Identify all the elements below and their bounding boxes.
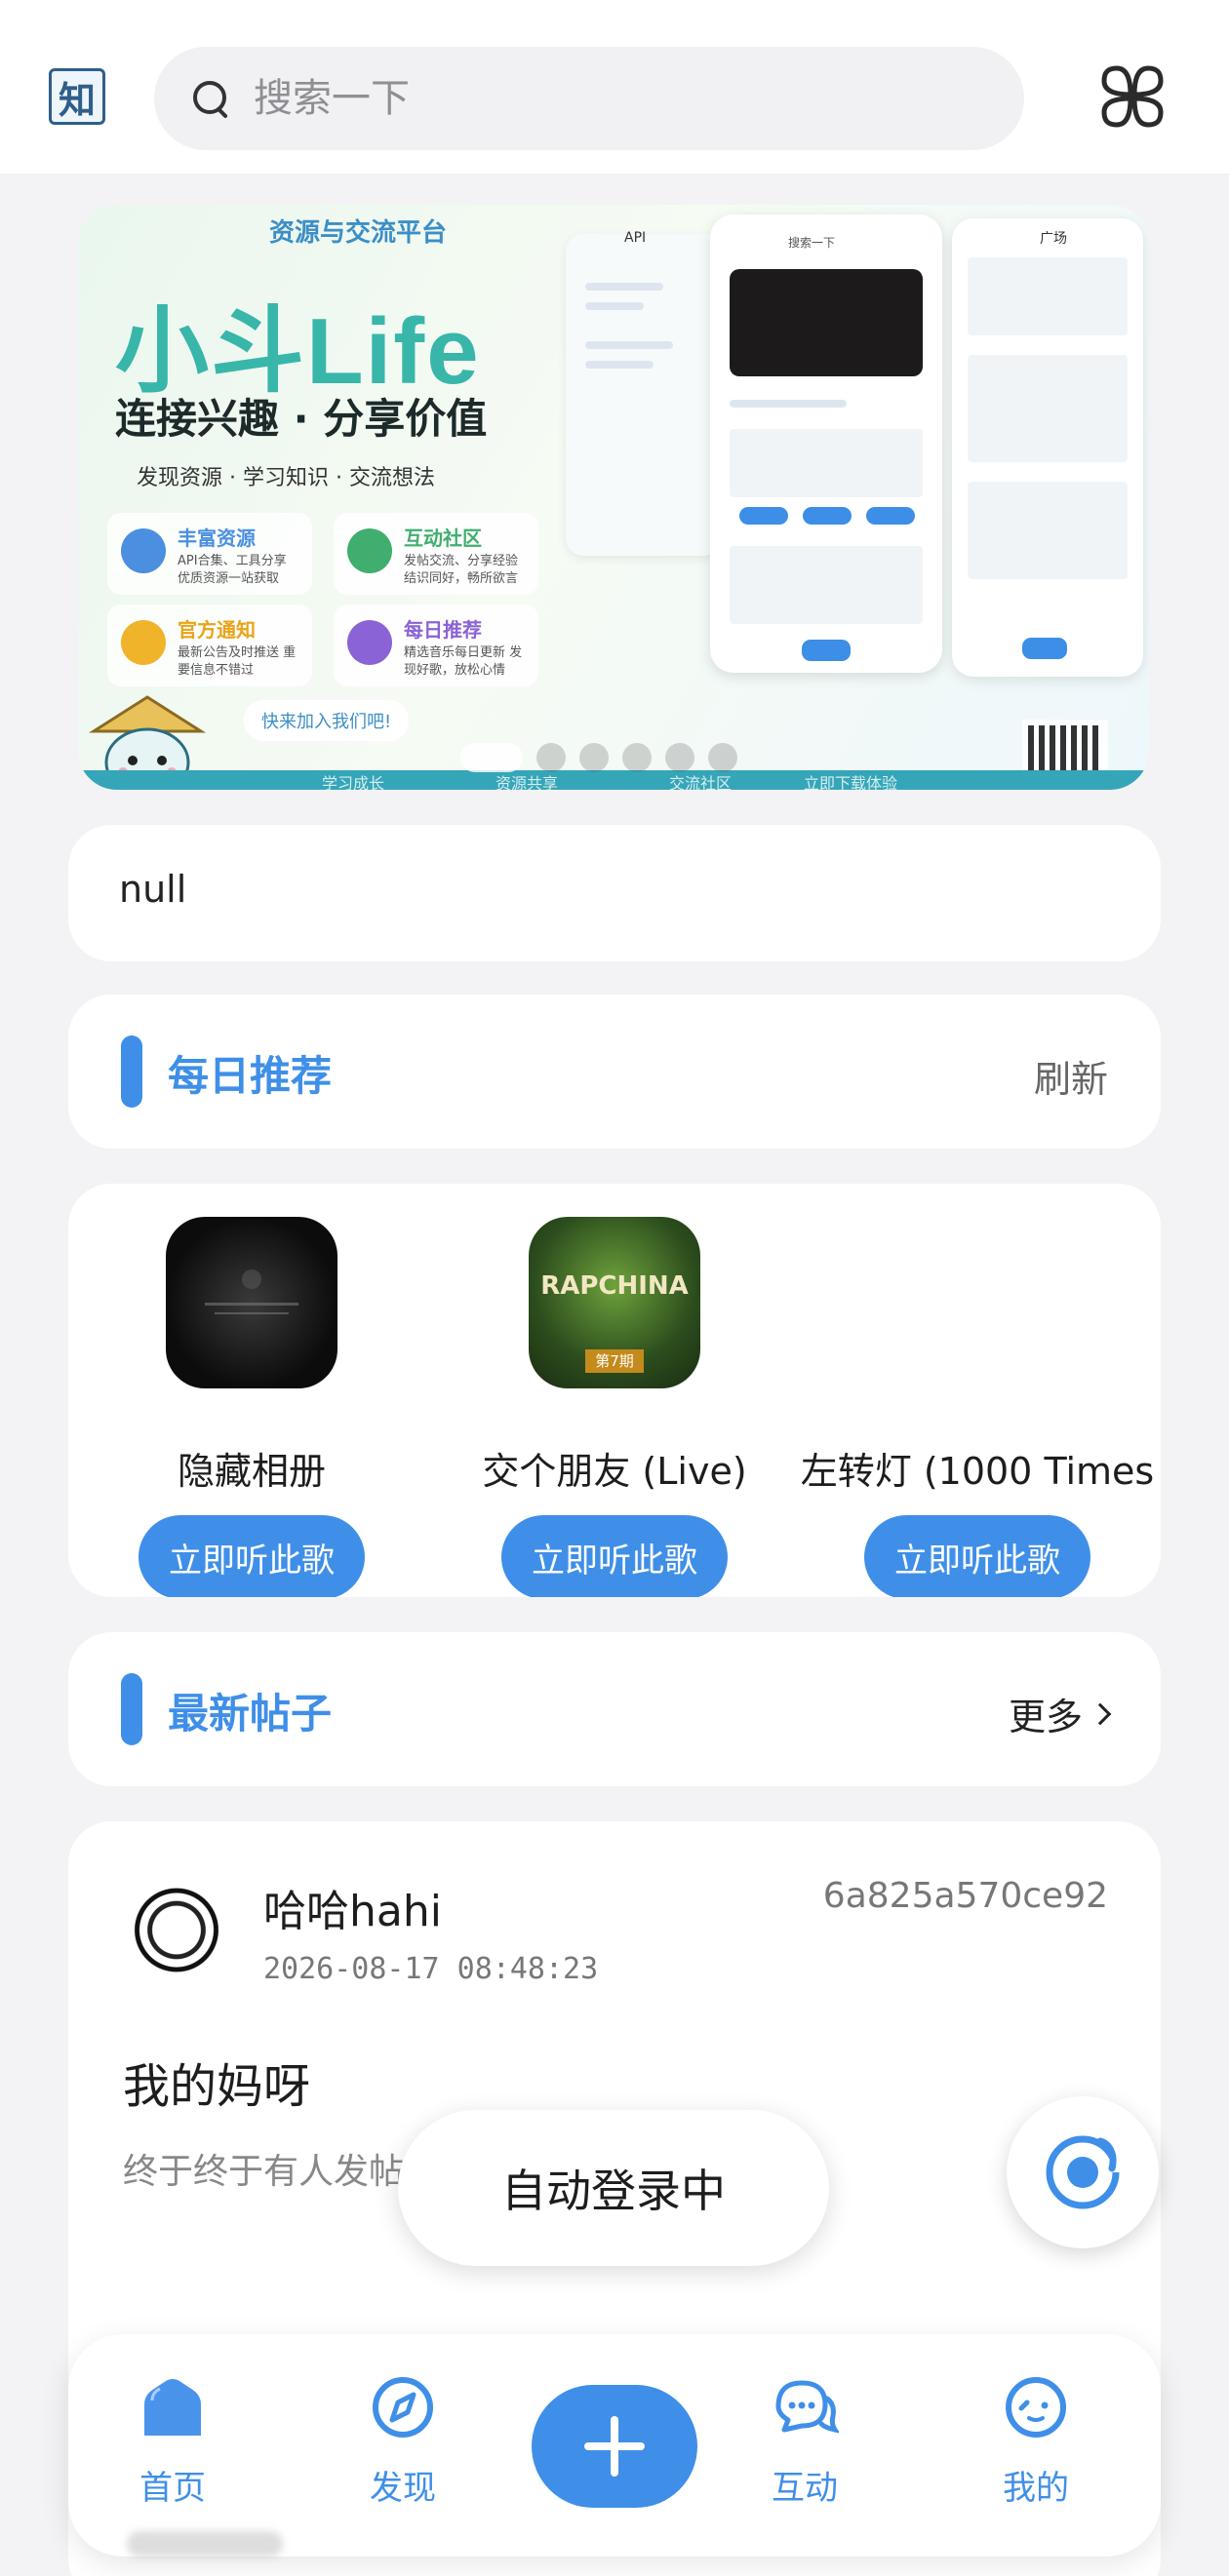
at-sign-icon xyxy=(1046,2135,1121,2209)
feature-desc: 精选音乐每日更新 发现好歌，放松心情 xyxy=(404,645,523,678)
banner-square-label: 广场 xyxy=(1040,231,1067,247)
post-username[interactable]: 哈哈hahi xyxy=(263,1876,442,1938)
toast-message: 自动登录中 xyxy=(398,2110,829,2266)
feature-desc: 最新公告及时推送 重要信息不错过 xyxy=(178,645,297,678)
chat-icon xyxy=(775,2380,839,2434)
banner-footer-item: 交流社区 xyxy=(669,774,733,790)
banner-feature: 官方通知 最新公告及时推送 重要信息不错过 xyxy=(107,605,312,686)
search-icon xyxy=(189,77,232,120)
app-logo[interactable]: 知 xyxy=(49,68,105,125)
feature-desc: 发帖交流、分享经验 结识同好，畅所欲言 xyxy=(404,554,519,586)
section-title: 每日推荐 xyxy=(168,1052,333,1100)
daily-recommend-header: 每日推荐 刷新 xyxy=(68,995,1161,1149)
pagination-dot[interactable] xyxy=(708,743,737,772)
feature-desc: API合集、工具分享 优质资源一站获取 xyxy=(178,554,287,586)
post-title[interactable]: 我的妈呀 xyxy=(123,2048,310,2116)
cube-icon xyxy=(121,528,166,573)
banner-feature: 互动社区 发帖交流、分享经验 结识同好，畅所欲言 xyxy=(334,513,538,595)
refresh-button[interactable]: 刷新 xyxy=(1034,1049,1108,1103)
banner-tagline: 发现资源 · 学习知识 · 交流想法 xyxy=(137,466,435,490)
music-icon xyxy=(347,620,392,665)
song-title: 交个朋友 (Live) xyxy=(482,1450,747,1493)
add-post-button[interactable] xyxy=(532,2385,697,2508)
banner-api-panel: API xyxy=(566,230,722,556)
banner-api-label: API xyxy=(624,230,647,246)
feature-title: 互动社区 xyxy=(404,527,482,550)
section-title: 最新帖子 xyxy=(168,1690,333,1737)
banner-phone-mock: 搜索一下 xyxy=(710,215,942,673)
song-title: 左转灯 (1000 Times xyxy=(800,1450,1155,1493)
banner-phone-search: 搜索一下 xyxy=(788,236,836,250)
compass-icon xyxy=(373,2377,433,2438)
banner-phone-mock-2: 广场 xyxy=(952,218,1143,677)
banner-footer-item: 立即下载体验 xyxy=(804,774,898,790)
nav-label: 我的 xyxy=(1003,2469,1069,2508)
bottom-navigation: 首页 发现 互动 我的 xyxy=(68,2334,1161,2556)
home-indicator xyxy=(127,2531,283,2556)
home-icon xyxy=(144,2379,201,2436)
pagination-dot[interactable] xyxy=(665,743,694,772)
song-cover-badge: 第7期 xyxy=(585,1349,644,1373)
chat-bubble-icon xyxy=(347,528,392,573)
feature-title: 丰富资源 xyxy=(178,527,256,550)
banner-subtitle: 连接兴趣 · 分享价值 xyxy=(115,395,488,443)
pagination-dot[interactable] xyxy=(622,743,652,772)
play-song-button[interactable]: 立即听此歌 xyxy=(864,1515,1090,1597)
pagination-dot[interactable] xyxy=(579,743,609,772)
plus-icon xyxy=(584,2416,645,2477)
latest-posts-header: 最新帖子 更多 xyxy=(68,1632,1161,1786)
song-cover[interactable] xyxy=(166,1217,337,1388)
song-list: 隐藏相册 立即听此歌 RAPCHINA 第7期 交个朋友 (Live) 立即听此… xyxy=(68,1184,1161,1597)
song-cover-text: RAPCHINA xyxy=(540,1271,689,1301)
grid-menu-button[interactable] xyxy=(1098,62,1167,131)
banner-feature: 丰富资源 API合集、工具分享 优质资源一站获取 xyxy=(107,513,312,595)
banner-footer-item: 资源共享 xyxy=(496,774,559,790)
grid-icon xyxy=(1101,65,1164,128)
avatar[interactable] xyxy=(123,1882,230,1989)
search-bar[interactable] xyxy=(154,47,1024,150)
song-cover[interactable]: RAPCHINA 第7期 xyxy=(529,1217,700,1388)
more-label: 更多 xyxy=(1008,1696,1083,1738)
notice-text: null xyxy=(119,868,187,911)
floating-at-button[interactable] xyxy=(1007,2096,1159,2248)
app-logo-text: 知 xyxy=(58,77,96,122)
bell-icon xyxy=(121,620,166,665)
play-song-button[interactable]: 立即听此歌 xyxy=(501,1515,728,1597)
top-header: 知 xyxy=(0,0,1229,174)
feature-title: 每日推荐 xyxy=(404,618,482,642)
nav-label: 互动 xyxy=(772,2469,838,2508)
post-timestamp: 2026-08-17 08:48:23 xyxy=(263,1952,599,1986)
banner-pagination xyxy=(460,743,737,772)
play-song-button[interactable]: 立即听此歌 xyxy=(139,1515,365,1597)
song-title: 隐藏相册 xyxy=(177,1450,326,1493)
banner-footer-strip xyxy=(78,770,1149,790)
profile-icon xyxy=(1006,2377,1066,2438)
search-input[interactable] xyxy=(254,76,936,121)
banner-cta: 快来加入我们吧! xyxy=(244,700,410,741)
chevron-right-icon xyxy=(1089,1702,1112,1725)
banner-phone-photo xyxy=(730,269,923,376)
post-id: 6a825a570ce92 xyxy=(822,1876,1108,1916)
pagination-dot-active[interactable] xyxy=(460,743,523,772)
banner-footer-item: 学习成长 xyxy=(322,774,385,790)
nav-label: 首页 xyxy=(139,2469,206,2508)
section-accent-bar xyxy=(121,1673,142,1745)
banner-badge: 资源与交流平台 xyxy=(269,218,448,248)
post-excerpt: 终于终于有人发帖 xyxy=(123,2152,405,2192)
section-accent-bar xyxy=(121,1035,142,1108)
notice-card[interactable]: null xyxy=(68,825,1161,961)
pagination-dot[interactable] xyxy=(536,743,566,772)
more-posts-button[interactable]: 更多 xyxy=(1008,1687,1112,1740)
nav-label: 发现 xyxy=(370,2469,436,2508)
feature-title: 官方通知 xyxy=(178,618,256,642)
banner-feature: 每日推荐 精选音乐每日更新 发现好歌，放松心情 xyxy=(334,605,538,686)
promo-banner[interactable]: 资源与交流平台 小斗Life 连接兴趣 · 分享价值 发现资源 · 学习知识 ·… xyxy=(78,205,1149,790)
